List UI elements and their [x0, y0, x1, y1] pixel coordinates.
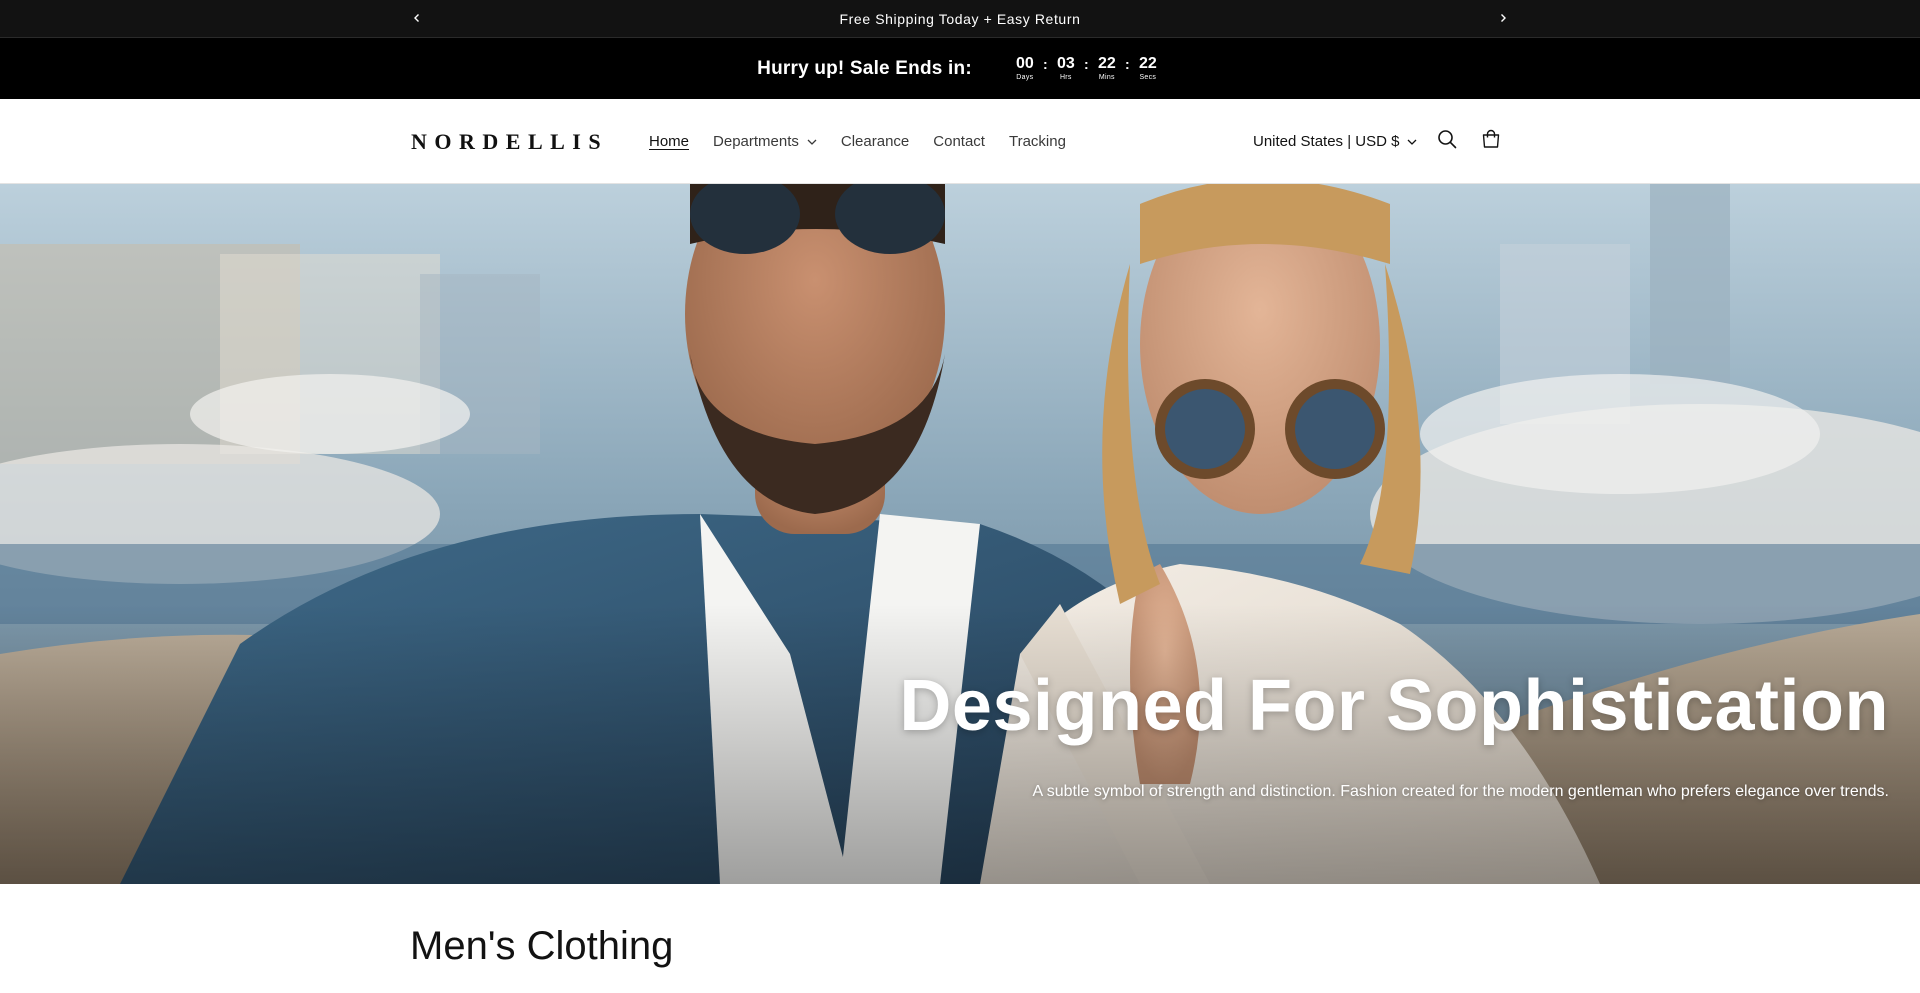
countdown-hours: 03 Hrs [1051, 55, 1081, 83]
countdown-separator: : [1125, 55, 1130, 72]
announcement-text: Free Shipping Today + Easy Return [839, 11, 1081, 27]
countdown-separator: : [1043, 55, 1048, 72]
cart-icon [1481, 129, 1501, 154]
countdown-secs: 22 Secs [1133, 55, 1163, 83]
nav-clearance-label: Clearance [840, 133, 910, 150]
countdown-mins: 22 Mins [1092, 55, 1122, 83]
search-button[interactable] [1432, 99, 1462, 184]
announcement-next-button[interactable] [1488, 0, 1518, 38]
chevron-down-icon [807, 139, 817, 145]
hero-subtitle: A subtle symbol of strength and distinct… [1032, 783, 1889, 800]
sale-countdown-bar: Hurry up! Sale Ends in: 00 Days : 03 Hrs… [0, 38, 1920, 99]
hero-image [0, 184, 1920, 884]
countdown-headline: Hurry up! Sale Ends in: [757, 57, 972, 79]
nav-departments-label: Departments [713, 133, 799, 150]
nav-contact-link[interactable]: Contact [933, 133, 985, 150]
countdown-mins-value: 22 [1097, 54, 1116, 72]
search-icon [1437, 129, 1457, 154]
site-logo[interactable]: NORDELLIS [411, 99, 608, 184]
countdown-timer: 00 Days : 03 Hrs : 22 Mins : 22 Secs [1010, 55, 1163, 83]
nav-tracking-label: Tracking [1008, 133, 1066, 150]
cart-button[interactable] [1476, 99, 1506, 184]
countdown-days: 00 Days [1010, 55, 1040, 83]
nav-home-label: Home [649, 133, 690, 150]
countdown-mins-label: Mins [1098, 73, 1115, 81]
hero-title: Designed For Sophistication [899, 666, 1889, 746]
nav-clearance-link[interactable]: Clearance [841, 133, 909, 150]
countdown-hours-label: Hrs [1059, 73, 1072, 81]
nav-departments-dropdown[interactable]: Departments [713, 133, 817, 150]
chevron-right-icon [1498, 10, 1508, 28]
nav-home-link[interactable]: Home [649, 133, 689, 150]
countdown-days-value: 00 [1015, 54, 1034, 72]
section-title: Men's Clothing [410, 924, 674, 968]
currency-label: United States | USD $ [1253, 133, 1400, 150]
announcement-bar: Free Shipping Today + Easy Return [0, 0, 1920, 38]
countdown-secs-value: 22 [1138, 54, 1157, 72]
countdown-days-label: Days [1016, 73, 1034, 81]
countdown-secs-label: Secs [1139, 73, 1157, 81]
hero-banner: Designed For Sophistication A subtle sym… [0, 184, 1920, 884]
chevron-down-icon [1407, 139, 1417, 145]
nav-tracking-link[interactable]: Tracking [1009, 133, 1066, 150]
countdown-separator: : [1084, 55, 1089, 72]
site-header: NORDELLIS Home Departments Clearance Con… [0, 99, 1920, 184]
main-nav: Home Departments Clearance Contact Track… [649, 99, 1090, 184]
country-currency-selector[interactable]: United States | USD $ [1253, 99, 1417, 184]
nav-contact-label: Contact [933, 133, 985, 150]
countdown-hours-value: 03 [1056, 54, 1075, 72]
